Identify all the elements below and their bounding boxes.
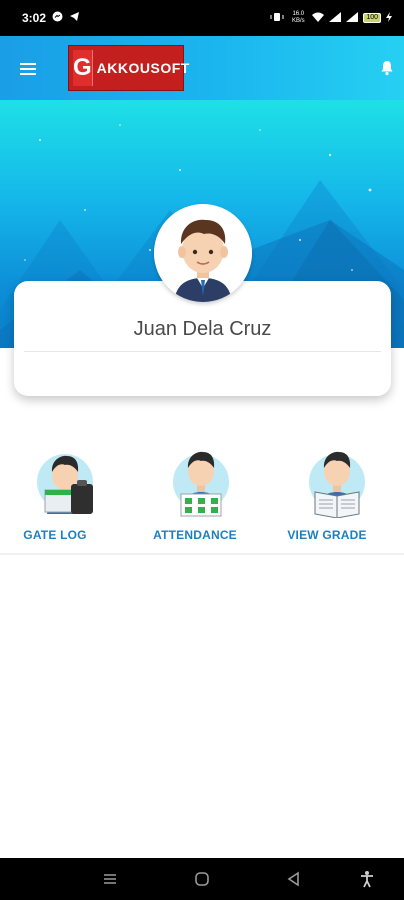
hamburger-menu-button[interactable] xyxy=(20,60,42,78)
attendance-icon xyxy=(173,451,229,517)
charging-icon xyxy=(386,12,392,24)
telegram-icon xyxy=(69,11,80,25)
status-right: 16.0 KB/s 100 xyxy=(270,11,392,25)
logo-letter: G xyxy=(73,50,93,86)
messenger-icon xyxy=(52,11,63,25)
view-grade-icon xyxy=(309,451,365,518)
gate-log-icon xyxy=(37,454,93,514)
menu-tiles: GATE LOG ATTENDANCE VIEW GRADE xyxy=(0,436,404,554)
battery-indicator: 100 xyxy=(363,13,381,23)
home-nav-icon[interactable] xyxy=(193,870,211,888)
menu-nav-icon[interactable] xyxy=(101,870,119,888)
gate-log-label: GATE LOG xyxy=(23,528,87,542)
tiles-divider xyxy=(0,553,404,555)
app-logo: G AKKOUSOFT xyxy=(68,45,189,91)
status-bar: 3:02 16.0 KB/s 100 xyxy=(0,0,404,36)
view-grade-tile[interactable]: VIEW GRADE xyxy=(272,436,382,546)
view-grade-label: VIEW GRADE xyxy=(287,528,367,542)
attendance-tile[interactable]: ATTENDANCE xyxy=(140,436,250,546)
hamburger-line xyxy=(20,68,36,70)
attendance-label: ATTENDANCE xyxy=(153,528,237,542)
gate-log-tile[interactable]: GATE LOG xyxy=(0,436,110,546)
signal-icon xyxy=(329,12,342,24)
status-left: 3:02 xyxy=(22,11,80,25)
logo-text: AKKOUSOFT xyxy=(96,60,190,76)
student-name: Juan Dela Cruz xyxy=(133,318,272,340)
bell-icon[interactable] xyxy=(380,60,394,76)
hamburger-line xyxy=(20,73,36,75)
profile-avatar[interactable] xyxy=(154,204,252,302)
app-bar: G AKKOUSOFT xyxy=(0,36,404,100)
accessibility-icon[interactable] xyxy=(358,870,376,888)
system-nav-bar xyxy=(0,858,404,900)
status-time: 3:02 xyxy=(22,11,47,25)
wifi-icon xyxy=(312,12,325,24)
network-speed: 16.0 KB/s xyxy=(291,11,305,24)
student-avatar-icon xyxy=(154,204,252,302)
hamburger-line xyxy=(20,63,36,65)
card-divider xyxy=(24,351,381,352)
vibrate-icon xyxy=(270,12,284,24)
back-nav-icon[interactable] xyxy=(285,870,303,888)
signal-2-icon xyxy=(346,12,359,24)
